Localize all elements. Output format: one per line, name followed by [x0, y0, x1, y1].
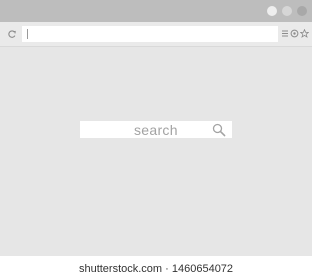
address-bar[interactable]: [22, 26, 278, 42]
reload-icon[interactable]: [7, 27, 17, 41]
menu-icon[interactable]: [281, 29, 290, 38]
browser-window: search: [0, 0, 312, 256]
title-bar: [0, 0, 312, 22]
browser-toolbar: [0, 22, 312, 47]
search-icon[interactable]: [212, 123, 226, 137]
extension-icon[interactable]: [290, 29, 299, 38]
text-caret: [27, 29, 28, 39]
search-placeholder: search: [134, 122, 178, 138]
minimize-button[interactable]: [267, 6, 277, 16]
star-icon[interactable]: [300, 29, 309, 38]
search-input[interactable]: search: [80, 121, 232, 138]
maximize-button[interactable]: [282, 6, 292, 16]
watermark-text: shutterstock.com · 1460654072: [78, 263, 234, 275]
close-button[interactable]: [297, 6, 307, 16]
